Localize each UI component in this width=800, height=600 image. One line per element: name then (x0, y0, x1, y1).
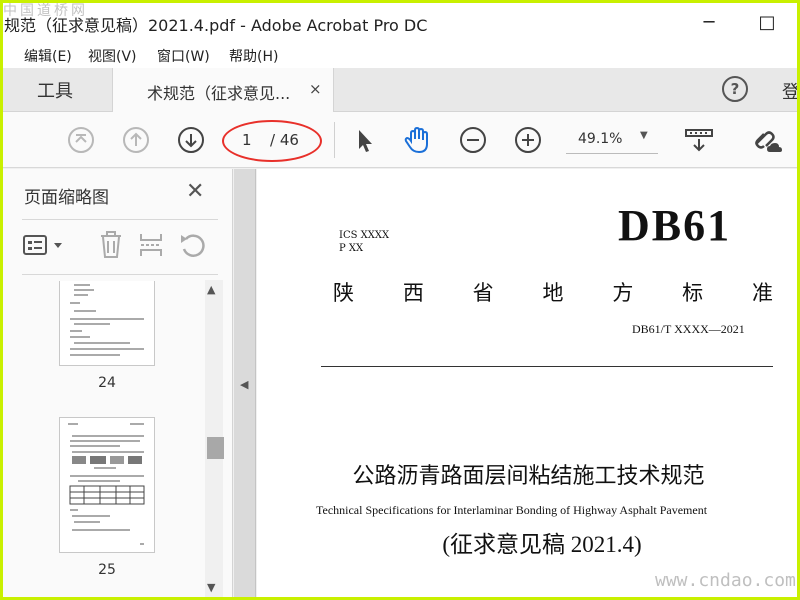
doc-standard-code: DB61/T XXXX—2021 (632, 322, 745, 336)
panel-divider-bottom (22, 274, 218, 275)
zoom-out-icon[interactable] (459, 126, 487, 154)
menu-edit[interactable]: 编辑(E) (24, 46, 72, 66)
doc-province-char: 地 (542, 281, 564, 305)
insert-page-icon[interactable] (138, 231, 164, 259)
doc-ics-line-2: P XX (339, 243, 364, 254)
menu-view[interactable]: 视图(V) (88, 46, 137, 66)
panel-title: 页面缩略图 (24, 188, 109, 208)
share-link-icon[interactable] (750, 126, 784, 154)
toolbar-divider (334, 122, 335, 158)
watermark-url: www.cndao.com (655, 570, 796, 591)
next-page-icon[interactable] (177, 126, 205, 154)
help-button[interactable]: ? (722, 76, 748, 102)
scroll-up-arrow-icon[interactable]: ▲ (207, 283, 215, 296)
thumbnail-page-24-label: 24 (98, 375, 116, 391)
tab-document-label: 术规范（征求意见... (147, 84, 291, 103)
doc-province-char: 准 (751, 281, 773, 305)
hand-tool-icon[interactable] (403, 126, 431, 154)
doc-title-chinese: 公路沥青路面层间粘结施工技术规范 (352, 464, 705, 489)
doc-province-char: 方 (612, 281, 634, 305)
title-bar: 规范（征求意见稿）2021.4.pdf - Adobe Acrobat Pro … (0, 0, 800, 44)
zoom-value: 49.1% (578, 131, 623, 147)
previous-page-icon[interactable] (122, 126, 150, 154)
maximize-button[interactable]: □ (752, 8, 782, 36)
doc-horizontal-rule (321, 366, 773, 367)
delete-page-icon[interactable] (98, 231, 124, 259)
first-page-icon[interactable] (67, 126, 95, 154)
thumbnail-page-24-content (70, 284, 144, 356)
panel-divider-top (22, 219, 218, 220)
menu-help[interactable]: 帮助(H) (229, 46, 278, 66)
toolbar: 1 / 46 49.1% ▼ (0, 112, 800, 168)
current-page[interactable]: 1 (242, 131, 252, 149)
page-number-field[interactable]: 1 / 46 (228, 128, 320, 154)
tab-tools[interactable]: 工具 (0, 68, 110, 112)
panel-close-button[interactable]: ✕ (186, 179, 204, 204)
thumbnail-page-25-label: 25 (98, 562, 116, 578)
zoom-select[interactable]: 49.1% ▼ (566, 126, 658, 154)
doc-draft-label: (征求意见稿 2021.4) (442, 532, 642, 557)
doc-province-char: 标 (682, 281, 704, 305)
doc-ics-code: ICS XXXX P XX (339, 229, 389, 255)
tab-document[interactable]: 术规范（征求意见... × (112, 68, 334, 112)
scroll-mode-icon[interactable] (684, 126, 714, 154)
collapse-panel-icon[interactable]: ◀ (240, 378, 248, 391)
scrollbar-thumb[interactable] (207, 437, 224, 459)
minimize-button[interactable]: ─ (694, 8, 724, 36)
tab-close-button[interactable]: × (309, 80, 322, 98)
login-button[interactable]: 登 (782, 78, 800, 104)
thumbnail-page-25-content (68, 423, 145, 545)
rotate-page-icon[interactable] (178, 231, 206, 259)
doc-province-char: 陕 (333, 281, 354, 305)
zoom-in-icon[interactable] (514, 126, 542, 154)
doc-province-char: 省 (472, 281, 494, 305)
page-thumbnails-panel: 页面缩略图 ✕ 24 25 ▲ ▼ (0, 169, 233, 600)
thumbnail-page-24[interactable] (59, 281, 155, 366)
select-cursor-icon[interactable] (350, 126, 378, 154)
doc-ics-line-1: ICS XXXX (339, 230, 390, 241)
zoom-dropdown-icon: ▼ (640, 130, 648, 141)
doc-standard-prefix: DB61 (618, 201, 732, 250)
thumbnail-options-icon[interactable] (22, 233, 66, 259)
thumbnail-page-25[interactable] (59, 417, 155, 553)
doc-province-char: 西 (402, 281, 424, 305)
doc-title-english: Technical Specifications for Interlamina… (316, 503, 708, 517)
scroll-down-arrow-icon[interactable]: ▼ (207, 581, 215, 594)
menu-bar: 编辑(E) 视图(V) 窗口(W) 帮助(H) (0, 44, 800, 68)
doc-province-heading: 陕 西 省 地 方 标 准 (333, 277, 773, 307)
total-pages: / 46 (270, 131, 299, 149)
tab-bar: 工具 术规范（征求意见... × ? 登 (0, 68, 800, 112)
menu-window[interactable]: 窗口(W) (157, 46, 210, 66)
watermark-logo: 中国道桥网 (3, 3, 88, 19)
